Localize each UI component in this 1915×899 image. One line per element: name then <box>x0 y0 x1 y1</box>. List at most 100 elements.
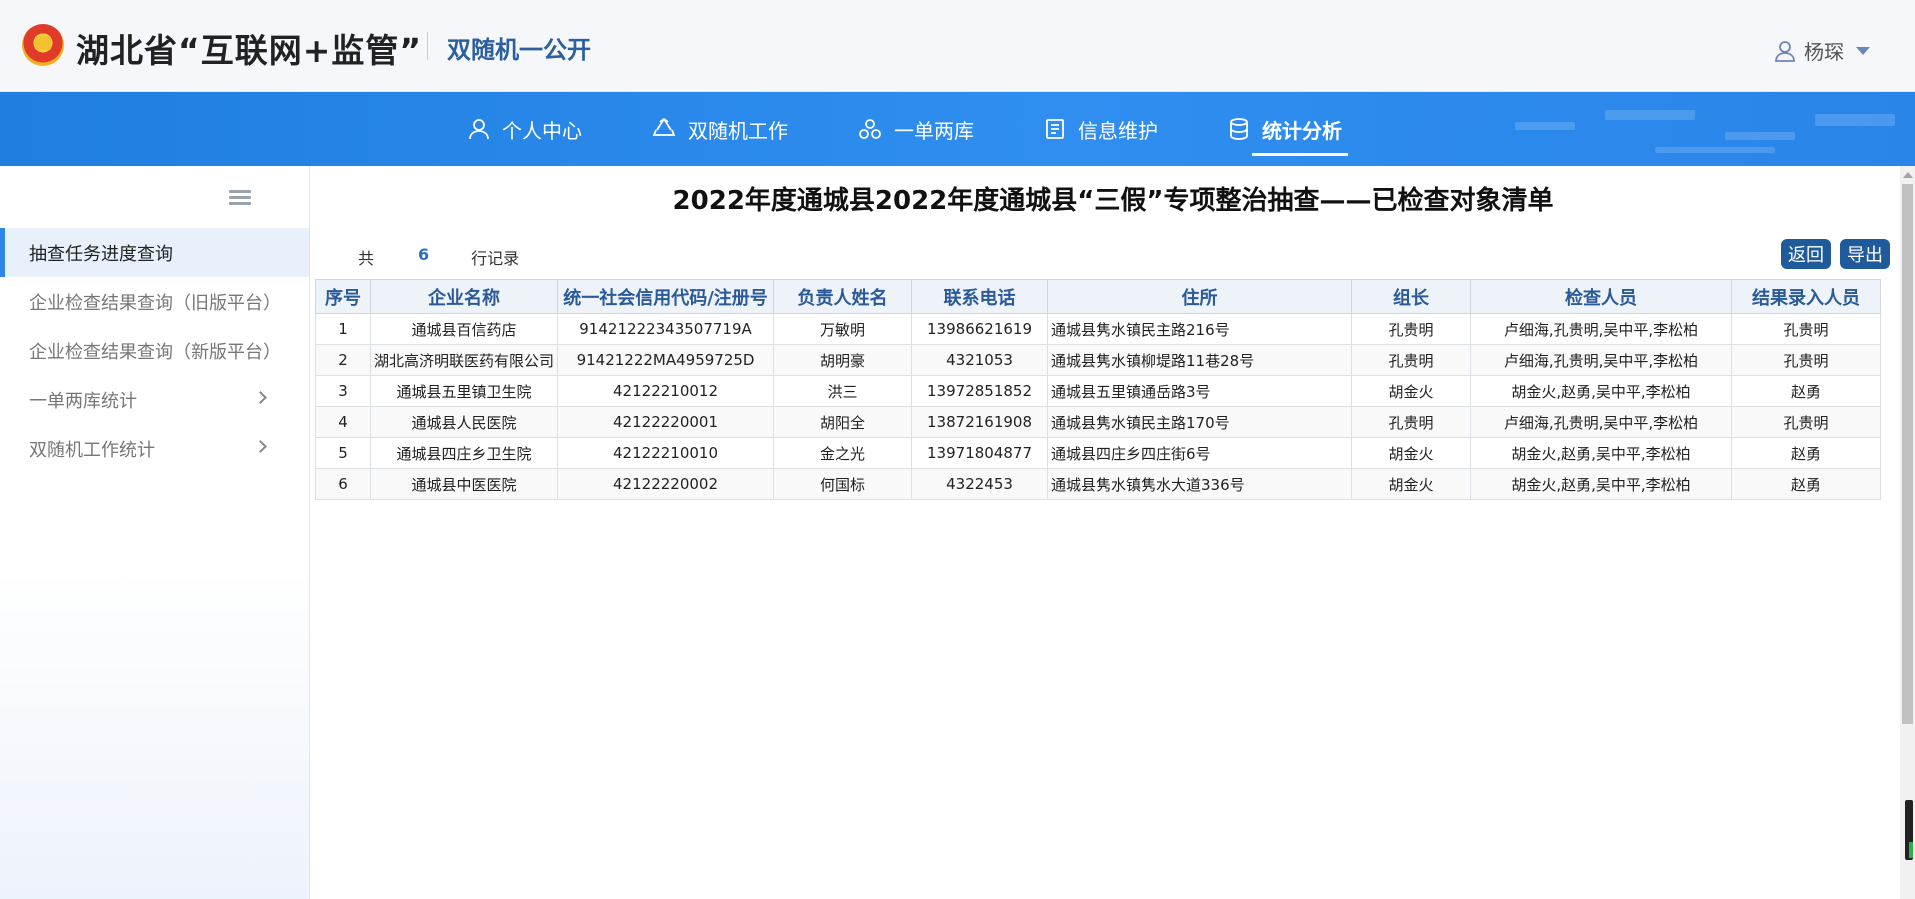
cell-inspectors: 卢细海,孔贵明,吴中平,李松柏 <box>1470 344 1733 376</box>
cell-principal: 何国标 <box>773 468 913 500</box>
nav-personal-center[interactable]: 个人中心 <box>468 92 582 166</box>
sidebar-item-result-new-platform[interactable]: 企业检查结果查询（新版平台） <box>0 326 309 375</box>
table-row[interactable]: 5 通城县四庄乡卫生院 42122210010 金之光 13971804877 … <box>315 437 1882 469</box>
nav-decoration <box>1495 92 1915 166</box>
nav-label: 个人中心 <box>502 118 582 143</box>
nav-one-list-two-libraries[interactable]: 一单两库 <box>858 92 974 166</box>
page-title: 2022年度通城县2022年度通城县“三假”专项整治抽查——已检查对象清单 <box>672 186 1554 216</box>
sidebar-item-label: 企业检查结果查询（旧版平台） <box>29 292 281 314</box>
cell-recorder: 赵勇 <box>1731 437 1882 469</box>
nav-label: 统计分析 <box>1262 118 1342 143</box>
sidebar-item-double-random-stats[interactable]: 双随机工作统计 <box>0 424 309 473</box>
cell-company: 通城县中医医院 <box>369 468 559 500</box>
nav-label: 一单两库 <box>894 118 974 143</box>
cell-address: 通城县隽水镇民主路216号 <box>1047 313 1353 345</box>
cluster-icon <box>858 118 882 140</box>
table-row[interactable]: 3 通城县五里镇卫生院 42122210012 洪三 13972851852 通… <box>315 375 1882 407</box>
cell-credit-code: 91421222343507719A <box>557 313 775 345</box>
site-brand-title: 湖北省“互联网+监管” <box>76 31 423 70</box>
cell-credit-code: 42122210012 <box>557 375 775 407</box>
sidebar-item-task-progress[interactable]: 抽查任务进度查询 <box>0 228 309 277</box>
cell-team-leader: 孔贵明 <box>1351 344 1472 376</box>
column-header[interactable]: 企业名称 <box>369 279 559 314</box>
sidebar-item-result-old-platform[interactable]: 企业检查结果查询（旧版平台） <box>0 277 309 326</box>
scroll-up-arrow-icon[interactable] <box>1903 172 1913 178</box>
cell-principal: 胡阳全 <box>773 406 913 438</box>
user-menu[interactable]: 杨琛 <box>1774 36 1870 65</box>
sidebar-item-label: 双随机工作统计 <box>29 439 155 461</box>
cell-inspectors: 卢细海,孔贵明,吴中平,李松柏 <box>1470 406 1733 438</box>
nav-info-maintenance[interactable]: 信息维护 <box>1044 92 1158 166</box>
national-emblem-logo <box>22 24 64 66</box>
cell-team-leader: 胡金火 <box>1351 468 1472 500</box>
chevron-right-icon <box>254 391 267 404</box>
column-header[interactable]: 统一社会信用代码/注册号 <box>557 279 775 314</box>
cell-recorder: 孔贵明 <box>1731 313 1882 345</box>
table-row[interactable]: 1 通城县百信药店 91421222343507719A 万敏明 1398662… <box>315 313 1882 345</box>
cell-phone: 13972851852 <box>911 375 1049 407</box>
cell-credit-code: 42122210010 <box>557 437 775 469</box>
cell-index: 4 <box>315 406 371 438</box>
cell-address: 通城县隽水镇隽水大道336号 <box>1047 468 1353 500</box>
cell-team-leader: 孔贵明 <box>1351 313 1472 345</box>
cell-principal: 胡明豪 <box>773 344 913 376</box>
table-header-row: 序号 企业名称 统一社会信用代码/注册号 负责人姓名 联系电话 住所 组长 检查… <box>315 279 1882 314</box>
person-icon <box>468 118 490 140</box>
hamburger-menu-icon[interactable] <box>229 190 251 206</box>
recycle-icon <box>652 118 676 140</box>
cell-recorder: 赵勇 <box>1731 468 1882 500</box>
cell-recorder: 孔贵明 <box>1731 344 1882 376</box>
nav-label: 信息维护 <box>1078 118 1158 143</box>
cell-phone: 4321053 <box>911 344 1049 376</box>
cell-phone: 13986621619 <box>911 313 1049 345</box>
checked-objects-table: 序号 企业名称 统一社会信用代码/注册号 负责人姓名 联系电话 住所 组长 检查… <box>315 279 1882 500</box>
cell-recorder: 赵勇 <box>1731 375 1882 407</box>
cell-inspectors: 卢细海,孔贵明,吴中平,李松柏 <box>1470 313 1733 345</box>
record-suffix: 行记录 <box>471 249 520 268</box>
column-header[interactable]: 住所 <box>1047 279 1353 314</box>
nav-statistics-analysis[interactable]: 统计分析 <box>1228 92 1348 166</box>
column-header[interactable]: 负责人姓名 <box>773 279 913 314</box>
column-header[interactable]: 序号 <box>315 279 371 314</box>
caret-down-icon <box>1856 46 1870 55</box>
cell-address: 通城县隽水镇民主路170号 <box>1047 406 1353 438</box>
cell-inspectors: 胡金火,赵勇,吴中平,李松柏 <box>1470 468 1733 500</box>
back-button[interactable]: 返回 <box>1781 239 1831 269</box>
table-row[interactable]: 6 通城县中医医院 42122220002 何国标 4322453 通城县隽水镇… <box>315 468 1882 500</box>
cell-company: 湖北高济明联医药有限公司 <box>369 344 559 376</box>
table-row[interactable]: 2 湖北高济明联医药有限公司 91421222MA4959725D 胡明豪 43… <box>315 344 1882 376</box>
record-prefix: 共 <box>358 249 375 268</box>
cell-address: 通城县四庄乡四庄街6号 <box>1047 437 1353 469</box>
nav-double-random-work[interactable]: 双随机工作 <box>652 92 788 166</box>
database-icon <box>1228 117 1250 141</box>
cell-credit-code: 42122220002 <box>557 468 775 500</box>
cell-index: 5 <box>315 437 371 469</box>
export-button[interactable]: 导出 <box>1840 239 1890 269</box>
sidebar-item-label: 一单两库统计 <box>29 390 137 412</box>
cell-inspectors: 胡金火,赵勇,吴中平,李松柏 <box>1470 437 1733 469</box>
cell-index: 6 <box>315 468 371 500</box>
sidebar-item-label: 企业检查结果查询（新版平台） <box>29 341 281 363</box>
cell-recorder: 孔贵明 <box>1731 406 1882 438</box>
column-header[interactable]: 组长 <box>1351 279 1472 314</box>
cell-company: 通城县五里镇卫生院 <box>369 375 559 407</box>
cell-company: 通城县人民医院 <box>369 406 559 438</box>
cell-phone: 13971804877 <box>911 437 1049 469</box>
cell-phone: 13872161908 <box>911 406 1049 438</box>
column-header[interactable]: 结果录入人员 <box>1731 279 1882 314</box>
status-indicator <box>1909 842 1913 858</box>
cell-index: 3 <box>315 375 371 407</box>
cell-team-leader: 孔贵明 <box>1351 406 1472 438</box>
cell-principal: 万敏明 <box>773 313 913 345</box>
sidebar-item-one-list-stats[interactable]: 一单两库统计 <box>0 375 309 424</box>
table-row[interactable]: 4 通城县人民医院 42122220001 胡阳全 13872161908 通城… <box>315 406 1882 438</box>
column-header[interactable]: 检查人员 <box>1470 279 1733 314</box>
column-header[interactable]: 联系电话 <box>911 279 1049 314</box>
cell-principal: 金之光 <box>773 437 913 469</box>
record-count: 共 6 行记录 <box>358 245 519 269</box>
top-header: 湖北省“互联网+监管” 双随机一公开 杨琛 <box>0 0 1915 92</box>
document-icon <box>1044 118 1066 140</box>
scrollbar-thumb[interactable] <box>1902 184 1913 724</box>
cell-credit-code: 91421222MA4959725D <box>557 344 775 376</box>
cell-index: 1 <box>315 313 371 345</box>
